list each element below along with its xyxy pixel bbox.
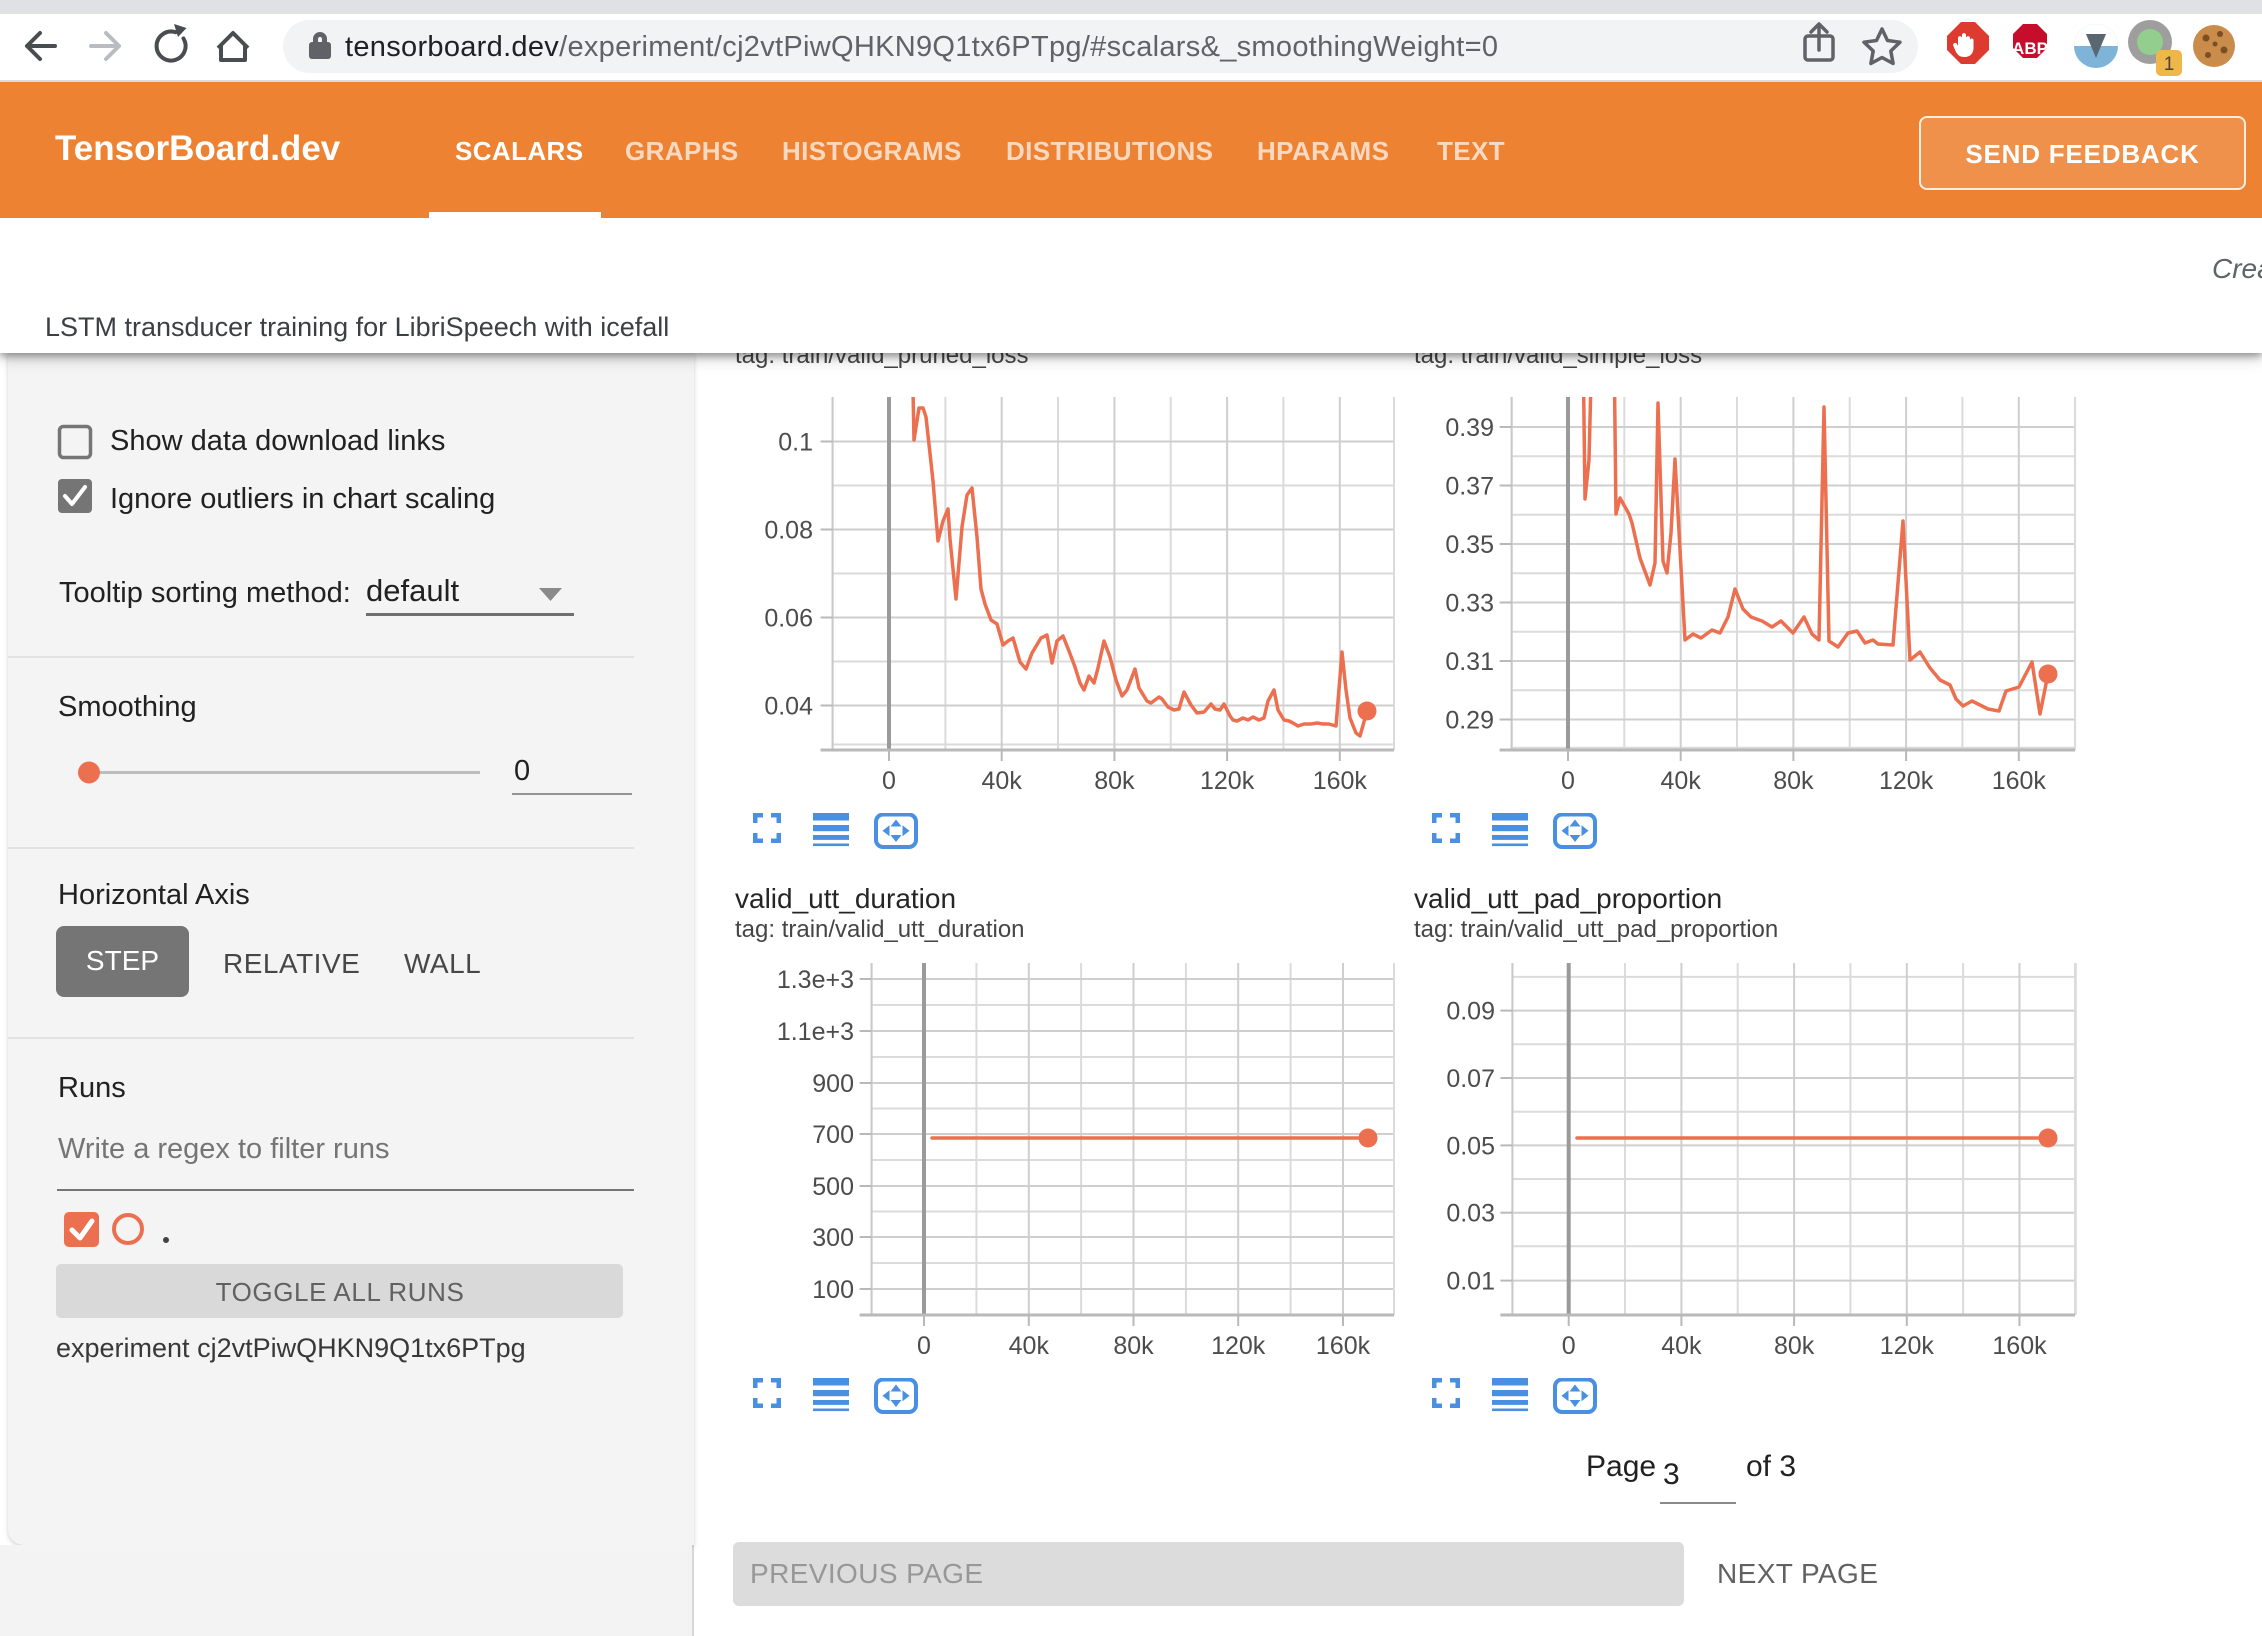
svg-text:0.06: 0.06 [764, 605, 813, 633]
svg-text:0.33: 0.33 [1445, 590, 1494, 618]
svg-text:0.05: 0.05 [1446, 1132, 1495, 1160]
svg-text:40k: 40k [1661, 767, 1702, 795]
svg-text:160k: 160k [1313, 767, 1368, 795]
svg-text:0: 0 [917, 1332, 931, 1360]
svg-text:0.03: 0.03 [1446, 1200, 1495, 1228]
svg-text:0.39: 0.39 [1445, 414, 1494, 442]
svg-text:120k: 120k [1211, 1332, 1266, 1360]
svg-text:40k: 40k [1661, 1332, 1702, 1360]
svg-text:1: 1 [2164, 54, 2175, 75]
svg-text:0.37: 0.37 [1445, 473, 1494, 501]
svg-text:0.31: 0.31 [1445, 648, 1494, 676]
svg-text:0: 0 [1561, 767, 1575, 795]
svg-text:1.1e+3: 1.1e+3 [777, 1018, 854, 1046]
svg-text:120k: 120k [1879, 767, 1934, 795]
svg-text:0: 0 [1562, 1332, 1576, 1360]
svg-text:80k: 80k [1774, 1332, 1815, 1360]
svg-text:120k: 120k [1200, 767, 1255, 795]
svg-text:160k: 160k [1992, 767, 2047, 795]
svg-text:900: 900 [812, 1070, 854, 1098]
svg-text:120k: 120k [1880, 1332, 1935, 1360]
svg-text:1.3e+3: 1.3e+3 [777, 966, 854, 994]
svg-text:40k: 40k [1009, 1332, 1050, 1360]
svg-text:0.35: 0.35 [1445, 531, 1494, 559]
svg-text:0: 0 [882, 767, 896, 795]
svg-text:0.09: 0.09 [1446, 998, 1495, 1026]
svg-text:80k: 80k [1113, 1332, 1154, 1360]
svg-text:100: 100 [812, 1276, 854, 1304]
svg-text:0.01: 0.01 [1446, 1268, 1495, 1296]
svg-text:0.04: 0.04 [764, 693, 813, 721]
svg-text:160k: 160k [1992, 1332, 2047, 1360]
svg-text:300: 300 [812, 1224, 854, 1252]
svg-text:0.07: 0.07 [1446, 1065, 1495, 1093]
svg-text:500: 500 [812, 1173, 854, 1201]
svg-text:0.29: 0.29 [1445, 707, 1494, 735]
svg-text:80k: 80k [1773, 767, 1814, 795]
svg-text:40k: 40k [982, 767, 1023, 795]
svg-text:160k: 160k [1316, 1332, 1371, 1360]
svg-text:0.08: 0.08 [764, 517, 813, 545]
svg-text:0.1: 0.1 [778, 429, 813, 457]
svg-text:ABP: ABP [2012, 39, 2048, 58]
svg-text:700: 700 [812, 1121, 854, 1149]
svg-text:80k: 80k [1094, 767, 1135, 795]
